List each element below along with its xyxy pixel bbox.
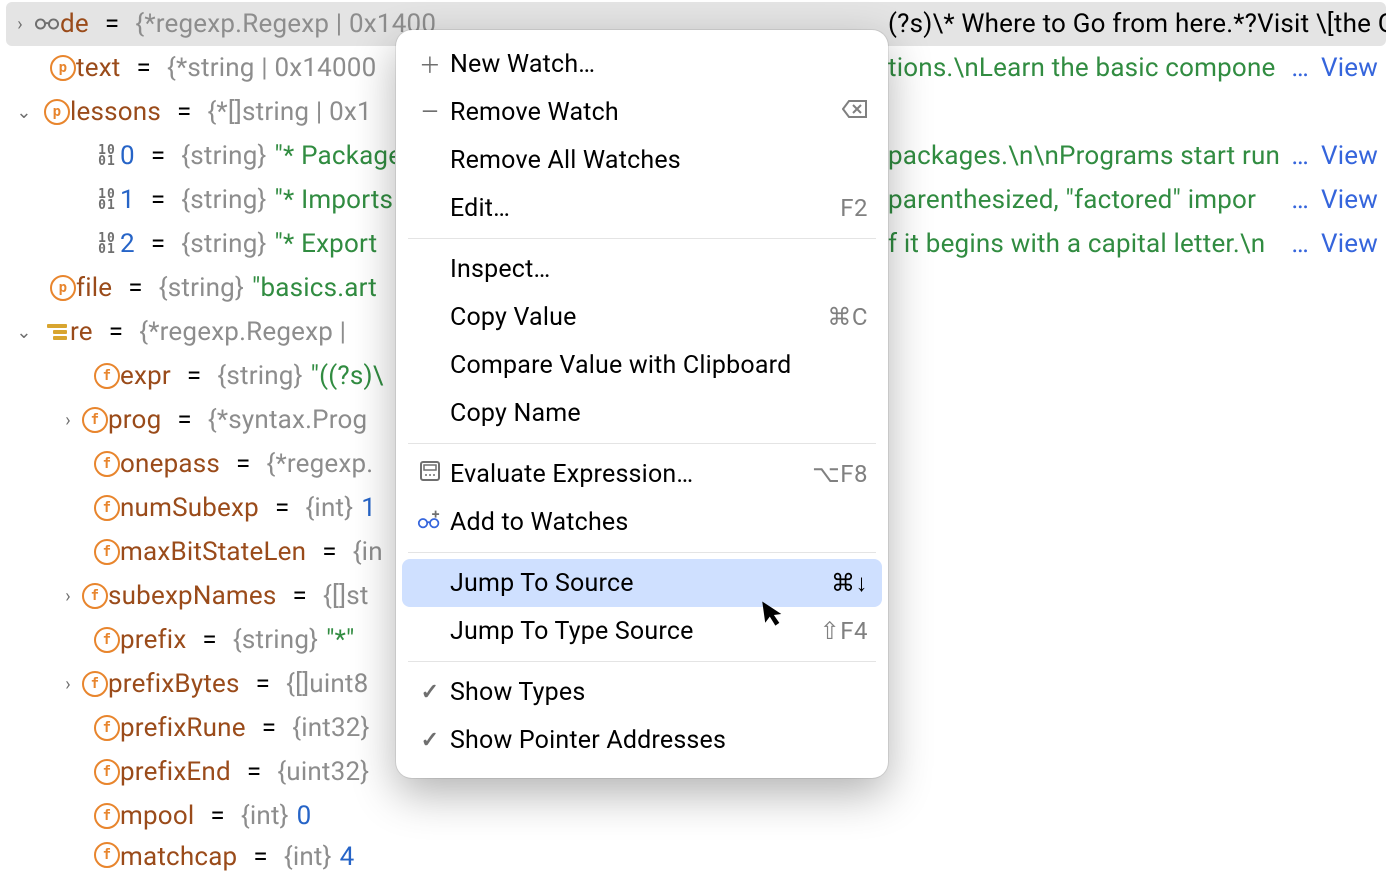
minus-icon: —	[410, 100, 450, 125]
shortcut: ⌘↓	[831, 569, 868, 598]
value-tail-l2: f it begins with a capital letter.\n… Vi…	[888, 222, 1386, 266]
separator	[408, 238, 876, 239]
menu-inspect[interactable]: Inspect…	[396, 245, 888, 293]
field-icon: f	[94, 451, 120, 477]
var-value: "* Export	[275, 229, 378, 259]
expand-arrow-icon[interactable]: ›	[6, 14, 34, 35]
field-icon: f	[94, 539, 120, 565]
separator	[408, 552, 876, 553]
field-icon: f	[82, 407, 108, 433]
expand-arrow-icon[interactable]: ›	[54, 586, 82, 607]
var-type: {*[]string | 0x1	[207, 97, 371, 127]
var-name: file	[76, 273, 112, 303]
var-row-mpool[interactable]: f mpool={int} 0	[0, 794, 1386, 838]
var-name: text	[76, 53, 121, 83]
menu-copy-value[interactable]: Copy Value ⌘C	[396, 293, 888, 341]
menu-add-watches[interactable]: Add to Watches	[396, 498, 888, 546]
menu-show-types[interactable]: Show Types	[396, 668, 888, 716]
view-link[interactable]: View	[1313, 141, 1386, 171]
var-value: "* Package	[275, 141, 395, 171]
separator	[408, 443, 876, 444]
plus-icon: ＋	[410, 48, 450, 80]
primitive-icon: 1001	[94, 187, 120, 213]
context-menu: ＋ New Watch… — Remove Watch Remove All W…	[396, 30, 888, 778]
view-link[interactable]: View	[1313, 185, 1386, 215]
collapse-arrow-icon[interactable]: ⌄	[10, 322, 38, 343]
menu-remove-all[interactable]: Remove All Watches	[396, 136, 888, 184]
menu-jump-source[interactable]: Jump To Source ⌘↓	[402, 559, 882, 607]
menu-new-watch[interactable]: ＋ New Watch…	[396, 40, 888, 88]
field-icon: f	[82, 583, 108, 609]
check-icon	[410, 680, 450, 705]
menu-show-pointers[interactable]: Show Pointer Addresses	[396, 716, 888, 764]
expand-arrow-icon[interactable]: ›	[54, 674, 82, 695]
property-icon: p	[50, 55, 76, 81]
menu-evaluate[interactable]: Evaluate Expression… ⌥F8	[396, 450, 888, 498]
primitive-icon: 1001	[94, 143, 120, 169]
collapse-arrow-icon[interactable]: ⌄	[10, 102, 38, 123]
field-icon: f	[94, 803, 120, 829]
menu-edit[interactable]: Edit… F2	[396, 184, 888, 232]
value-tail-l0: packages.\n\nPrograms start run… View	[888, 134, 1386, 178]
var-index: 1	[120, 185, 135, 215]
shortcut: ⌥F8	[812, 460, 868, 488]
shortcut	[842, 98, 868, 126]
shortcut: F2	[840, 194, 868, 222]
var-name: re	[70, 317, 93, 347]
value-tail-de: (?s)\* Where to Go from here.*?Visit \[t…	[888, 2, 1386, 46]
var-value: "basics.art	[252, 273, 377, 303]
primitive-icon: 1001	[94, 231, 120, 257]
watch-add-icon	[410, 509, 450, 535]
field-icon: f	[94, 495, 120, 521]
var-name: de	[60, 9, 89, 39]
menu-copy-name[interactable]: Copy Name	[396, 389, 888, 437]
field-icon: f	[82, 671, 108, 697]
view-link[interactable]: View	[1313, 229, 1386, 259]
view-link[interactable]: View	[1313, 53, 1386, 83]
var-value: "* Imports	[275, 185, 394, 215]
var-row-matchcap[interactable]: f matchcap={int} 4	[0, 838, 1386, 872]
var-type: {string}	[181, 229, 266, 259]
watch-icon	[34, 11, 60, 37]
shortcut: ⇧F4	[820, 617, 868, 645]
expand-arrow-icon[interactable]: ›	[54, 410, 82, 431]
struct-icon	[44, 319, 70, 345]
field-icon: f	[94, 759, 120, 785]
value-tail-text: tions.\nLearn the basic compone… View	[888, 46, 1386, 90]
menu-remove-watch[interactable]: — Remove Watch	[396, 88, 888, 136]
field-icon: f	[94, 842, 120, 868]
var-type: {string}	[181, 185, 266, 215]
calculator-icon	[410, 460, 450, 488]
var-type: {string}	[159, 273, 244, 303]
var-type: {*string | 0x14000	[167, 53, 376, 83]
var-name: lessons	[70, 97, 161, 127]
field-icon: f	[94, 715, 120, 741]
menu-jump-type-source[interactable]: Jump To Type Source ⇧F4	[396, 607, 888, 655]
var-type: {*regexp.Regexp | 0x1400	[135, 9, 436, 39]
var-index: 0	[120, 141, 135, 171]
var-type: {*regexp.Regexp |	[139, 317, 346, 347]
menu-compare[interactable]: Compare Value with Clipboard	[396, 341, 888, 389]
check-icon	[410, 728, 450, 753]
separator	[408, 661, 876, 662]
field-icon: f	[94, 627, 120, 653]
value-tail-l1: parenthesized, "factored" impor… View	[888, 178, 1386, 222]
property-icon: p	[50, 275, 76, 301]
var-type: {string}	[181, 141, 266, 171]
property-icon: p	[44, 99, 70, 125]
field-icon: f	[94, 363, 120, 389]
var-index: 2	[120, 229, 135, 259]
shortcut: ⌘C	[827, 303, 868, 331]
